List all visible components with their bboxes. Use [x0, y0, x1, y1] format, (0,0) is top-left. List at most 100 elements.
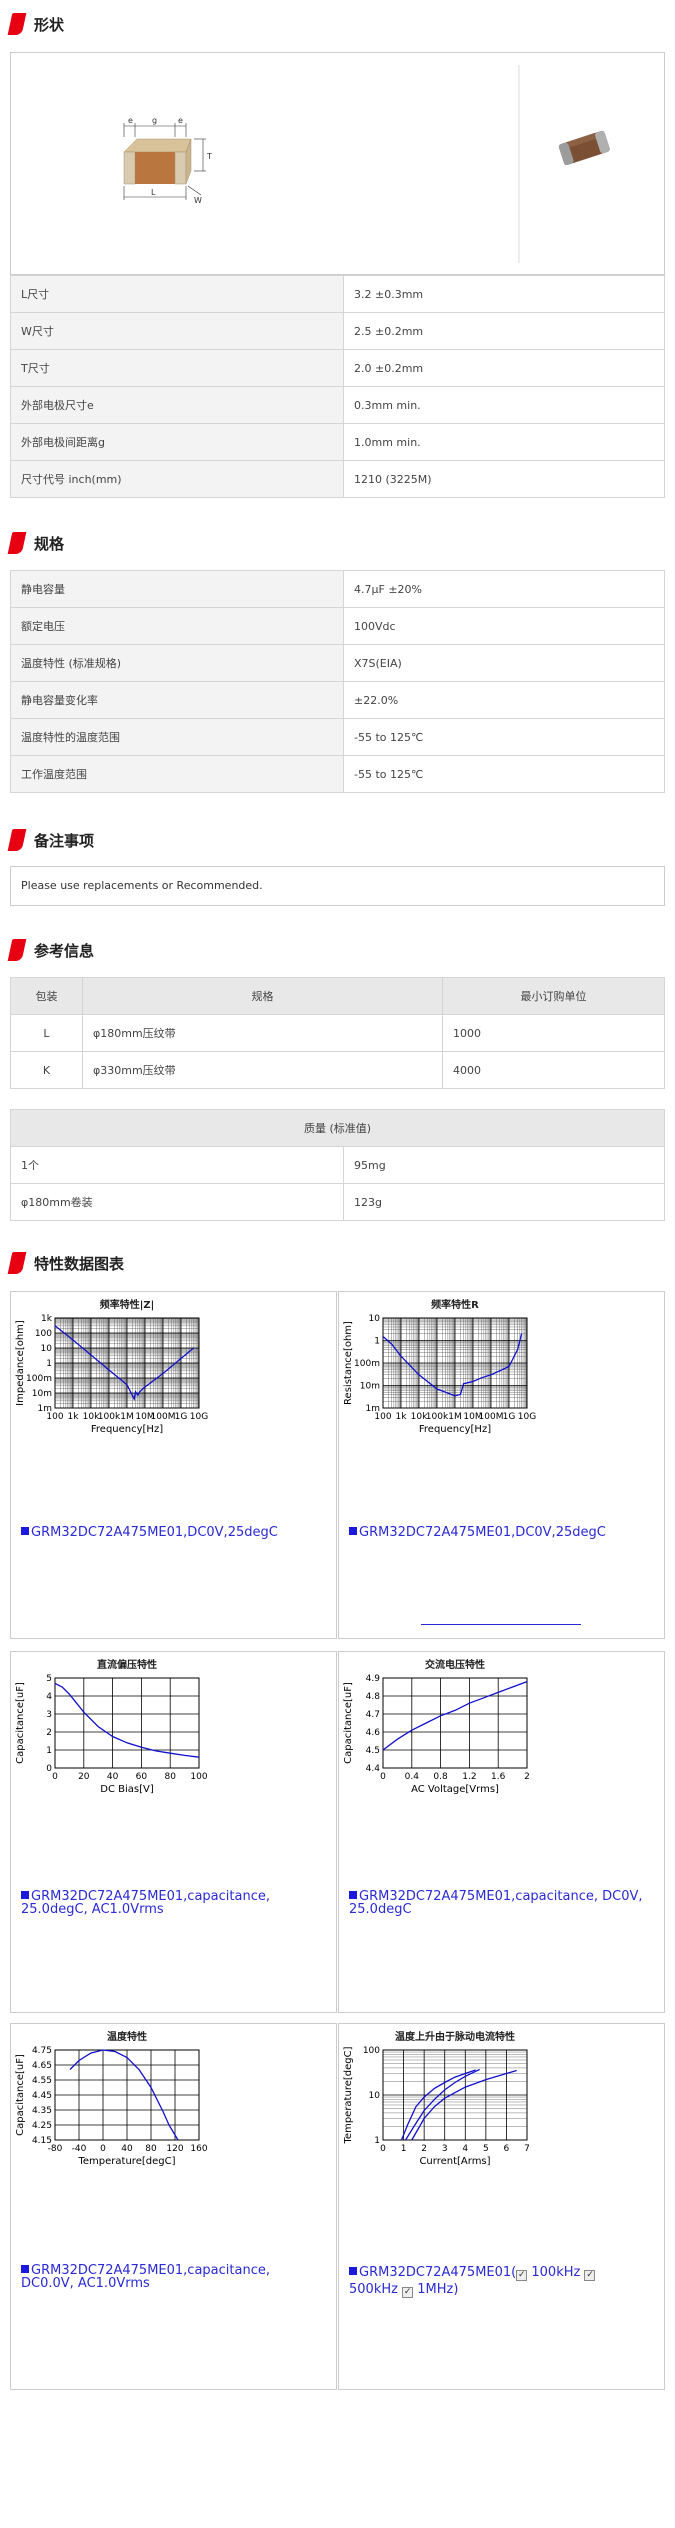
x-tick-label: 80	[164, 1772, 176, 1782]
section-marker-icon	[7, 1252, 27, 1274]
chart-cell-dc-bias: 直流偏压特性 0 20 40 60 80 100 5 4 3 2 1 0 DC Bias[V] Capaci…	[10, 1651, 337, 2013]
resistance-chart: 频率特性R100 1k 10k100k 1M 10M100M 1G 10G101100m10…	[343, 1298, 536, 1435]
x-tick-label: 100k	[426, 1412, 449, 1422]
package-spec: φ330mm压纹带	[82, 1051, 443, 1089]
mass-label: 1个	[10, 1146, 344, 1184]
x-tick-label: 0	[52, 1772, 58, 1782]
dim-value: 2.5 ±0.2mm	[343, 312, 665, 350]
checkbox-100khz[interactable]: ✓	[516, 2270, 528, 2281]
checkbox-500khz[interactable]: ✓	[584, 2270, 596, 2281]
dimension-drawing: e g e T L W	[123, 65, 610, 263]
section-reference-header: 参考信息	[7, 936, 95, 964]
x-tick-label: 2	[421, 2144, 427, 2154]
x-tick-label: -40	[72, 2144, 87, 2154]
chart-legend: GRM32DC72A475ME01(✓ 100kHz ✓ 500kHz ✓ 1M…	[349, 2264, 649, 2298]
chart-cell-ac-voltage: 交流电压特性 0 0.4 0.8 1.2 1.6 2 4.9 4.8 4.7 4.6 4.5 4.4 AC…	[338, 1651, 665, 2013]
table-row: 1个 95mg	[10, 1146, 665, 1184]
plot-area	[382, 1677, 528, 1769]
section-marker-icon	[7, 13, 27, 35]
x-axis-label: DC Bias[V]	[100, 1784, 154, 1795]
mass-value: 95mg	[343, 1146, 665, 1184]
dim-value: 3.2 ±0.3mm	[343, 275, 665, 313]
section-spec-header: 规格	[7, 529, 64, 557]
y-tick-label: 1	[46, 1359, 52, 1369]
y-axis-label: Resistance[ohm]	[343, 1321, 354, 1405]
legend-swatch-icon	[21, 1891, 29, 1899]
y-tick-label: 0	[46, 1764, 52, 1774]
chart-legend[interactable]: GRM32DC72A475ME01,DC0V,25degC	[349, 1526, 606, 1539]
x-axis-label: Frequency[Hz]	[91, 1424, 163, 1435]
chip-dimension-diagram: e g e T L W	[123, 116, 212, 205]
table-row: 尺寸代号 inch(mm) 1210 (3225M)	[10, 460, 665, 498]
x-tick-label: 1k	[68, 1412, 80, 1422]
table-row: φ180mm卷装 123g	[10, 1183, 665, 1221]
x-tick-label: 10G	[518, 1412, 536, 1422]
spec-value: X7S(EIA)	[343, 644, 665, 682]
y-tick-label: 4.45	[32, 2091, 52, 2101]
y-axis-label: Capacitance[uF]	[15, 1682, 26, 1764]
dim-label: 尺寸代号 inch(mm)	[10, 460, 344, 498]
spec-label: 工作温度范围	[10, 755, 344, 793]
column-header: 最小订购单位	[442, 977, 665, 1015]
y-tick-label: 4.7	[366, 1710, 380, 1720]
package-min-order: 1000	[442, 1014, 665, 1052]
legend-text: GRM32DC72A475ME01,DC0V,25degC	[31, 1525, 278, 1540]
legend-swatch-icon	[21, 2265, 29, 2273]
checkbox-1mhz[interactable]: ✓	[402, 2287, 414, 2298]
x-tick-label: 3	[442, 2144, 448, 2154]
dim-label-l: L	[151, 188, 156, 197]
dim-label: T尺寸	[10, 349, 344, 387]
dim-value: 1210 (3225M)	[343, 460, 665, 498]
x-tick-label: 100M	[479, 1412, 504, 1422]
y-tick-label: 10	[369, 1314, 381, 1324]
y-tick-label: 1m	[38, 1404, 53, 1414]
chart-legend[interactable]: GRM32DC72A475ME01,capacitance, DC0V, 25.…	[349, 1890, 649, 1916]
spec-value: 4.7μF ±20%	[343, 570, 665, 608]
dim-label-t: T	[206, 152, 212, 161]
y-tick-label: 4.15	[32, 2136, 52, 2146]
table-row: W尺寸 2.5 ±0.2mm	[10, 312, 665, 350]
spec-label: 温度特性 (标准规格)	[10, 644, 344, 682]
y-tick-label: 4.8	[366, 1692, 381, 1702]
mass-label: φ180mm卷装	[10, 1183, 344, 1221]
package-spec: φ180mm压纹带	[82, 1014, 443, 1052]
chart-legend[interactable]: GRM32DC72A475ME01,DC0V,25degC	[21, 1526, 278, 1539]
x-tick-label: 10G	[190, 1412, 208, 1422]
chart-title: 温度上升由于脉动电流特性	[395, 2030, 515, 2043]
y-tick-label: 2	[46, 1728, 52, 1738]
dim-label: W尺寸	[10, 312, 344, 350]
y-tick-label: 3	[46, 1710, 52, 1720]
y-tick-label: 4.35	[32, 2106, 52, 2116]
spec-value: -55 to 125℃	[343, 755, 665, 793]
dim-label-e2: e	[178, 116, 183, 125]
legend-swatch-icon	[349, 1891, 357, 1899]
column-header: 规格	[82, 977, 443, 1015]
section-marker-icon	[7, 829, 27, 851]
spec-label: 额定电压	[10, 607, 344, 645]
x-tick-label: 60	[136, 1772, 148, 1782]
y-tick-label: 10m	[32, 1389, 52, 1399]
chart-legend[interactable]: GRM32DC72A475ME01,capacitance, DC0.0V, A…	[21, 2264, 301, 2290]
dim-label-w: W	[194, 196, 202, 205]
chip-photo	[558, 130, 610, 166]
temperature-chart: 温度特性-80 -40 0 40 80 120 1604.754.654.554.454.3…	[15, 2030, 208, 2167]
section-shape-header: 形状	[7, 10, 64, 38]
x-tick-label: 1.2	[462, 1772, 476, 1782]
chart-legend[interactable]: GRM32DC72A475ME01,capacitance, 25.0degC,…	[21, 1890, 301, 1916]
table-row: 外部电极间距离g 1.0mm min.	[10, 423, 665, 461]
section-title: 参考信息	[34, 941, 95, 960]
legend-option-label: 500kHz	[349, 2282, 398, 2297]
y-tick-label: 4.4	[366, 1764, 381, 1774]
column-header: 包装	[10, 977, 83, 1015]
legend-swatch-icon	[349, 1527, 357, 1535]
table-header-row: 质量 (标准值)	[10, 1109, 665, 1147]
x-tick-label: 0	[380, 1772, 386, 1782]
x-tick-label: 1G	[175, 1412, 188, 1422]
package-code: L	[10, 1014, 83, 1052]
notes-box: Please use replacements or Recommended.	[10, 866, 665, 906]
chart-title: 交流电压特性	[425, 1658, 485, 1671]
x-axis-label: Frequency[Hz]	[419, 1424, 491, 1435]
y-tick-label: 4.65	[32, 2061, 52, 2071]
table-row: 额定电压 100Vdc	[10, 607, 665, 645]
x-tick-label: 0.8	[433, 1772, 448, 1782]
